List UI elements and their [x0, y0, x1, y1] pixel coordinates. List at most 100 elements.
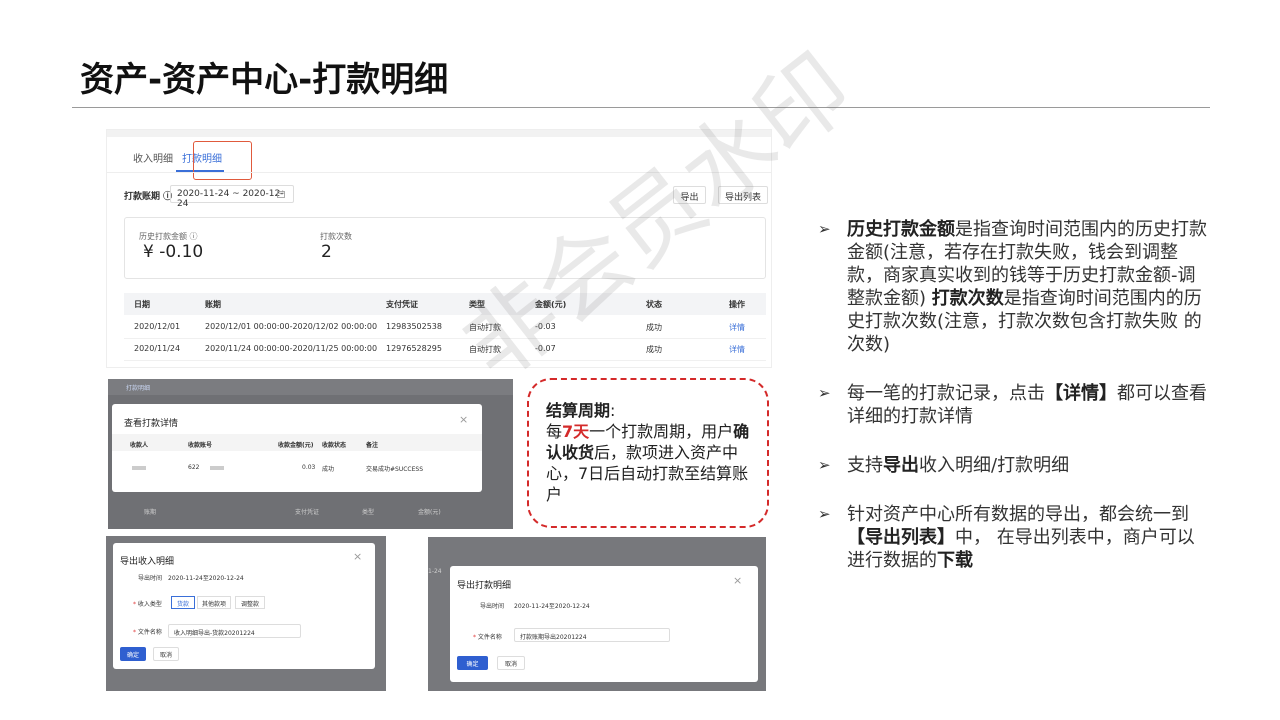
bullet-export: ➢ 支持导出收入明细/打款明细 [818, 454, 1210, 477]
table-header-row: 日期 账期 支付凭证 类型 金额(元) 状态 操作 [124, 293, 766, 315]
col-status: 状态 [646, 300, 662, 309]
col-status: 收款状态 [322, 442, 347, 449]
history-amount-value: ¥ -0.10 [143, 242, 204, 262]
cell-period: 2020/12/01 00:00:00-2020/12/02 00:00:00 [205, 322, 378, 331]
arrow-icon: ➢ [818, 220, 831, 238]
export-income-modal: 导出收入明细 × 导出时间 2020-11-24至2020-12-24 * 收入… [113, 543, 375, 669]
col-date: 日期 [134, 300, 150, 309]
cancel-button[interactable]: 取消 [153, 647, 179, 661]
col-amount: 收款金额(元) [278, 442, 314, 449]
top-bar [107, 130, 771, 137]
col-action: 操作 [729, 300, 745, 309]
bg-col-type: 类型 [362, 509, 375, 516]
col-remark: 备注 [366, 442, 379, 449]
confirm-button[interactable]: 确定 [457, 656, 488, 670]
period-value: 2020-11-24 ~ 2020-12-24 [177, 189, 284, 209]
cell-date: 2020/11/24 [134, 344, 181, 353]
redacted-payee [132, 466, 146, 470]
export-time-label: 导出时间 [138, 575, 163, 582]
bullet-detail: ➢ 每一笔的打款记录，点击【详情】都可以查看详细的打款详情 [818, 382, 1210, 428]
text-detail-1: 每一笔的打款记录，点击 [847, 383, 1045, 404]
export-list-button[interactable]: 导出列表 [718, 186, 768, 204]
bold-export: 导出 [883, 455, 919, 476]
arrow-icon: ➢ [818, 456, 831, 474]
table-row: 2020/12/01 2020/12/01 00:00:00-2020/12/0… [124, 316, 766, 339]
filename-label: * 文件名称 [133, 629, 162, 636]
page-title: 资产-资产中心-打款明细 [80, 60, 449, 100]
payout-count-value: 2 [321, 242, 332, 262]
stats-card: 历史打款金额 ⓘ ¥ -0.10 打款次数 2 [124, 217, 766, 279]
detail-link[interactable]: 详情 [729, 322, 745, 333]
export-time-value: 2020-11-24至2020-12-24 [514, 603, 590, 610]
callout-label: 结算周期 [546, 401, 611, 420]
modal-title: 查看打款详情 [124, 419, 179, 429]
callout-highlight-days: 7天 [562, 422, 590, 441]
bold-export-list: 【导出列表】 [847, 527, 955, 548]
col-type: 类型 [469, 300, 485, 309]
filename-input[interactable]: 收入明细导出-货款20201224 [168, 624, 301, 638]
bg-col-amount: 金额(元) [418, 509, 441, 516]
tab-highlight-box [193, 141, 252, 180]
cell-voucher: 12976528295 [386, 344, 442, 353]
type-option-goods[interactable]: 货款 [171, 596, 195, 609]
filename-input[interactable]: 打款账期导出20201224 [514, 628, 670, 642]
cell-period: 2020/11/24 00:00:00-2020/11/25 00:00:00 [205, 344, 378, 353]
payout-detail-screenshot: 收入明细 打款明细 打款账期 ⓘ 2020-11-24 ~ 2020-12-24… [106, 129, 772, 368]
arrow-icon: ➢ [818, 384, 831, 402]
cell-amount: 0.03 [302, 464, 316, 471]
modal-title: 导出打款明细 [457, 581, 512, 591]
col-account: 收款账号 [188, 442, 213, 449]
cell-amount: -0.07 [535, 344, 556, 353]
text-export-list-1: 针对资产中心所有数据的导出，都会统一到 [847, 504, 1189, 525]
close-icon[interactable]: × [459, 413, 468, 426]
close-icon[interactable]: × [353, 550, 362, 563]
background-text: 1-24 [428, 568, 442, 575]
close-icon[interactable]: × [733, 574, 742, 587]
col-voucher: 支付凭证 [386, 300, 418, 309]
bold-detail: 【详情】 [1045, 383, 1117, 404]
cell-type: 自动打款 [469, 345, 501, 354]
export-button[interactable]: 导出 [673, 186, 706, 204]
text-export-2: 收入明细/打款明细 [919, 455, 1070, 476]
text-export-1: 支持 [847, 455, 883, 476]
cell-status: 成功 [646, 345, 662, 354]
cell-amount: -0.03 [535, 322, 556, 331]
history-amount-label: 历史打款金额 ⓘ [139, 232, 198, 241]
arrow-icon: ➢ [818, 505, 831, 523]
bullet-history-amount: ➢ 历史打款金额是指查询时间范围内的历史打款金额(注意，若存在打款失败，钱会到调… [818, 218, 1210, 356]
bg-col-period: 账期 [144, 509, 157, 516]
col-period: 账期 [205, 300, 221, 309]
cell-type: 自动打款 [469, 323, 501, 332]
tab-divider [107, 172, 771, 173]
modal-title: 导出收入明细 [120, 557, 175, 567]
callout-text-1: 每 [546, 422, 563, 441]
cell-status: 成功 [322, 466, 335, 473]
income-type-label: * 收入类型 [133, 601, 162, 608]
cancel-button[interactable]: 取消 [497, 656, 525, 670]
detail-link[interactable]: 详情 [729, 344, 745, 355]
cell-date: 2020/12/01 [134, 322, 181, 331]
col-amount: 金额(元) [535, 300, 567, 309]
title-divider [72, 107, 1210, 108]
period-label: 打款账期 ⓘ [124, 192, 173, 202]
bold-payout-count: 打款次数 [931, 288, 1004, 309]
redacted-account [210, 466, 224, 470]
filename-label: * 文件名称 [473, 634, 502, 641]
period-date-range-input[interactable]: 2020-11-24 ~ 2020-12-24 [170, 185, 294, 209]
tab-income-detail[interactable]: 收入明细 [133, 150, 173, 165]
calendar-icon [277, 190, 285, 198]
payout-detail-modal: 查看打款详情 × 收款人 收款账号 收款金额(元) 收款状态 备注 622 0.… [112, 404, 482, 492]
cell-remark: 交易成功#SUCCESS [366, 466, 424, 473]
cell-voucher: 12983502538 [386, 322, 442, 331]
tab-payout-detail[interactable]: 打款明细 [126, 383, 150, 392]
callout-text-2: 一个打款周期，用户 [589, 422, 734, 441]
type-option-adjust[interactable]: 调整款 [235, 596, 265, 609]
export-time-value: 2020-11-24至2020-12-24 [168, 575, 244, 582]
type-option-other[interactable]: 其他款项 [197, 596, 231, 609]
description-bullets: ➢ 历史打款金额是指查询时间范围内的历史打款金额(注意，若存在打款失败，钱会到调… [818, 218, 1210, 572]
table-row: 2020/11/24 2020/11/24 00:00:00-2020/11/2… [124, 338, 766, 361]
callout-colon: : [610, 401, 616, 420]
bg-col-voucher: 支付凭证 [295, 509, 320, 516]
confirm-button[interactable]: 确定 [120, 647, 146, 661]
bold-history-amount: 历史打款金额 [847, 219, 955, 240]
